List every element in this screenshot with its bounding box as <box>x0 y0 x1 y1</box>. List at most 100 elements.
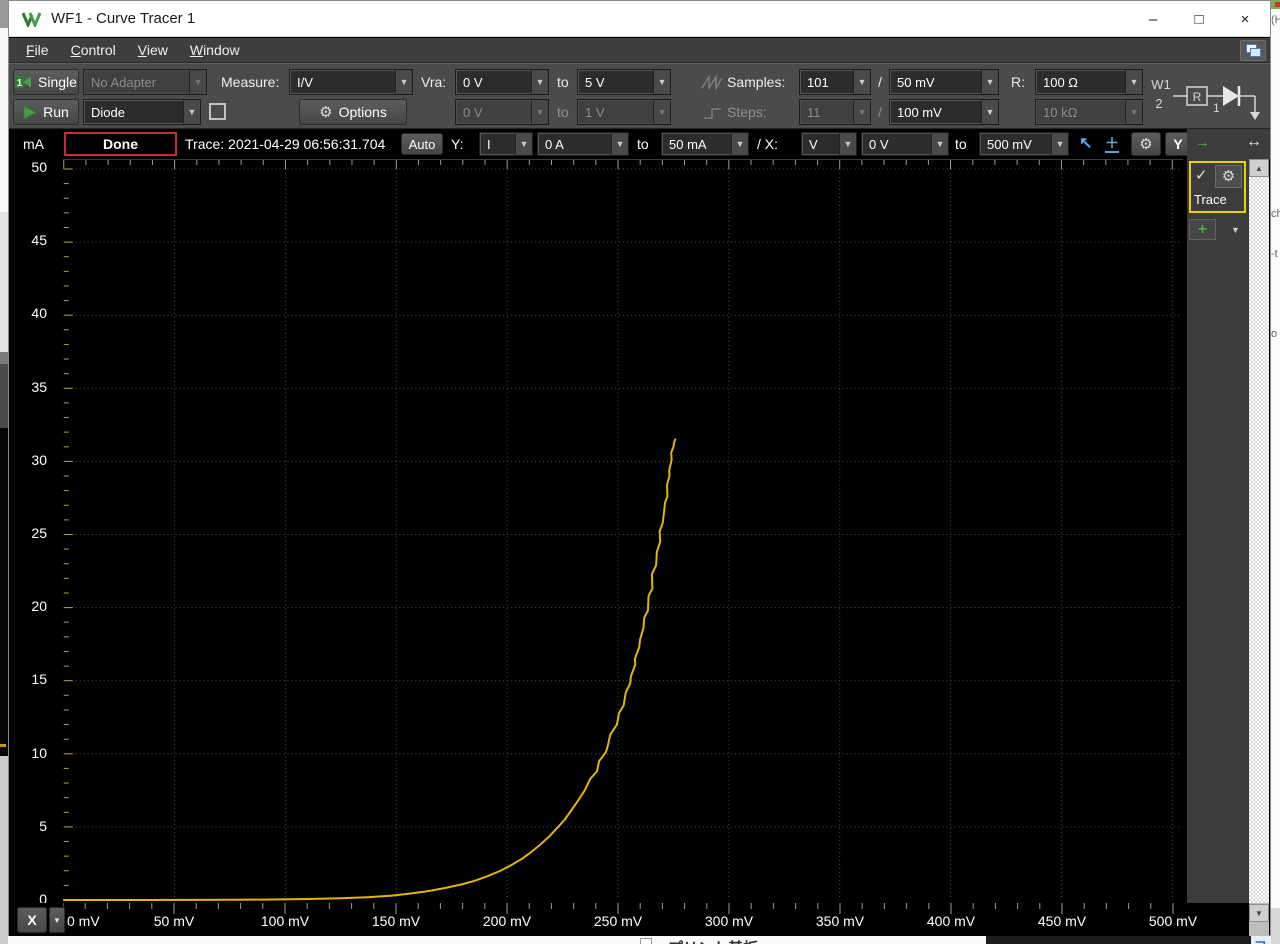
x-axis-label: 300 mV <box>704 913 754 929</box>
adapter-dropdown[interactable]: No Adapter ▼ <box>83 69 207 95</box>
menu-file[interactable]: File <box>15 39 60 61</box>
vra-to-dropdown[interactable]: 5 V ▼ <box>577 69 671 95</box>
chevron-down-icon: ▼ <box>189 70 206 94</box>
chevron-down-icon: ▼ <box>839 133 856 155</box>
slash-label: / <box>878 74 882 90</box>
step-voltage-dropdown[interactable]: 100 mV ▼ <box>889 99 999 125</box>
window-title: WF1 - Curve Tracer 1 <box>51 10 196 27</box>
sample-step-dropdown[interactable]: 50 mV ▼ <box>889 69 999 95</box>
trace-settings-button[interactable]: ⚙ <box>1215 165 1242 188</box>
x-panel-button[interactable]: X <box>17 907 47 933</box>
auto-button[interactable]: Auto <box>401 133 443 155</box>
gear-icon: ⚙ <box>319 103 333 121</box>
x-axis-label: 400 mV <box>926 913 976 929</box>
samples-label: Samples: <box>727 74 786 90</box>
y-axis-label: 25 <box>31 525 47 541</box>
trace-channel-label: Trace <box>1194 192 1227 207</box>
menu-view[interactable]: View <box>127 39 179 61</box>
y-axis-label: 35 <box>31 378 47 395</box>
x-axis-label: 100 mV <box>260 913 310 929</box>
single-button[interactable]: 1 Single <box>13 69 79 95</box>
ramp-waveform-icon <box>701 74 723 90</box>
x-axis-label: 250 mV <box>593 913 643 929</box>
samples-dropdown[interactable]: 101 ▼ <box>799 69 871 95</box>
chevron-down-icon: ▼ <box>853 100 870 124</box>
measure-dropdown[interactable]: I/V ▼ <box>289 69 413 95</box>
cascade-windows-icon[interactable] <box>1240 40 1266 61</box>
chevron-down-icon: ▼ <box>531 100 548 124</box>
background-left-strip <box>0 0 8 944</box>
background-japanese-text: プリント基板 <box>668 937 758 944</box>
close-button[interactable]: × <box>1222 1 1268 37</box>
y-axis-label: 5 <box>39 817 47 834</box>
y-axis-label: 50 <box>31 159 47 175</box>
trace-channel-box[interactable]: ✓ ⚙ Trace <box>1189 161 1246 213</box>
steps-label: Steps: <box>727 104 767 120</box>
svg-text:1: 1 <box>17 78 23 89</box>
x-from-dropdown[interactable]: 0 V ▼ <box>861 132 949 156</box>
scroll-down-button[interactable]: ▼ <box>1249 904 1269 922</box>
background-text-fragment: o <box>1271 328 1278 340</box>
chevron-down-icon: ▼ <box>515 133 532 155</box>
maximize-button[interactable]: □ <box>1176 1 1222 37</box>
y-axis-selector-label: Y: <box>451 136 464 152</box>
resistor-dropdown[interactable]: 100 Ω ▼ <box>1035 69 1143 95</box>
svg-text:W1: W1 <box>1151 77 1171 92</box>
y-to-dropdown[interactable]: 50 mA ▼ <box>661 132 749 156</box>
plot-settings-button[interactable]: ⚙ <box>1131 132 1161 156</box>
chevron-down-icon: ▼ <box>981 100 998 124</box>
menu-window[interactable]: Window <box>179 39 251 61</box>
chevron-down-icon: ▼ <box>183 100 200 124</box>
profile-dropdown[interactable]: Diode ▼ <box>83 99 201 125</box>
chevron-down-icon: ▼ <box>395 70 412 94</box>
chevron-down-icon[interactable]: ▼ <box>1231 225 1240 235</box>
y-axis-label: 45 <box>31 232 47 249</box>
to-label: to <box>557 74 569 90</box>
gear-icon: ⚙ <box>1221 168 1236 185</box>
resistor2-dropdown[interactable]: 10 kΩ ▼ <box>1035 99 1143 125</box>
curve-tracer-chart[interactable] <box>63 159 1183 903</box>
cursor-tool-icon[interactable]: ↖ <box>1079 129 1092 159</box>
step-waveform-icon <box>704 108 721 119</box>
y-axis-label: 40 <box>31 305 47 322</box>
chevron-down-icon: ▼ <box>731 133 748 155</box>
waveforms-logo-icon <box>21 11 42 27</box>
vrb-from-dropdown[interactable]: 0 V ▼ <box>455 99 549 125</box>
background-right-strip: (H ch -t o <box>1271 0 1280 944</box>
run-button[interactable]: Run <box>13 99 79 125</box>
x-axis-dropdown[interactable]: ▼ <box>49 907 65 933</box>
menu-control[interactable]: Control <box>60 39 127 61</box>
background-text-fragment: -t <box>1271 248 1278 260</box>
check-icon[interactable]: ✓ <box>1195 166 1208 184</box>
vrb-to-dropdown[interactable]: 1 V ▼ <box>577 99 671 125</box>
vra-from-dropdown[interactable]: 0 V ▼ <box>455 69 549 95</box>
double-arrow-icon[interactable]: ↔ <box>1246 133 1262 151</box>
y-axis-label: 30 <box>31 451 47 468</box>
minimize-button[interactable]: – <box>1130 1 1176 37</box>
x-to-dropdown[interactable]: 500 mV ▼ <box>979 132 1069 156</box>
green-arrow-icon[interactable]: → <box>1195 134 1210 151</box>
background-follow-link: フォロー <box>1254 936 1271 944</box>
y-axis-label: 10 <box>31 744 47 761</box>
x-axis-selector-label: / X: <box>757 136 779 152</box>
chevron-down-icon: ▼ <box>611 133 628 155</box>
scrollbar-corner: ▼ <box>1249 903 1269 936</box>
x-axis-label: 450 mV <box>1037 913 1087 929</box>
x-axis-label: 50 mV <box>153 913 195 929</box>
steps-dropdown[interactable]: 11 ▼ <box>799 99 871 125</box>
options-button[interactable]: ⚙ Options <box>299 99 407 125</box>
x-axis-label: 500 mV <box>1148 913 1198 929</box>
x-channel-dropdown[interactable]: V ▼ <box>801 132 857 156</box>
scroll-up-button[interactable]: ▲ <box>1249 159 1269 177</box>
marker-tool-icon[interactable]: ＋ <box>1105 131 1119 153</box>
add-channel-button[interactable]: + <box>1189 219 1216 240</box>
y-channel-dropdown[interactable]: I ▼ <box>479 132 533 156</box>
y-from-dropdown[interactable]: 0 A ▼ <box>537 132 629 156</box>
x-axis-label: 200 mV <box>482 913 532 929</box>
svg-text:R: R <box>1193 90 1202 104</box>
profile-checkbox[interactable] <box>209 103 226 120</box>
to-label: to <box>637 136 649 152</box>
vertical-scrollbar[interactable]: ▲ <box>1249 159 1269 903</box>
right-panel-header: → ↔ <box>1187 129 1270 159</box>
channel-panel: ✓ ⚙ Trace + ▼ <box>1187 159 1249 903</box>
